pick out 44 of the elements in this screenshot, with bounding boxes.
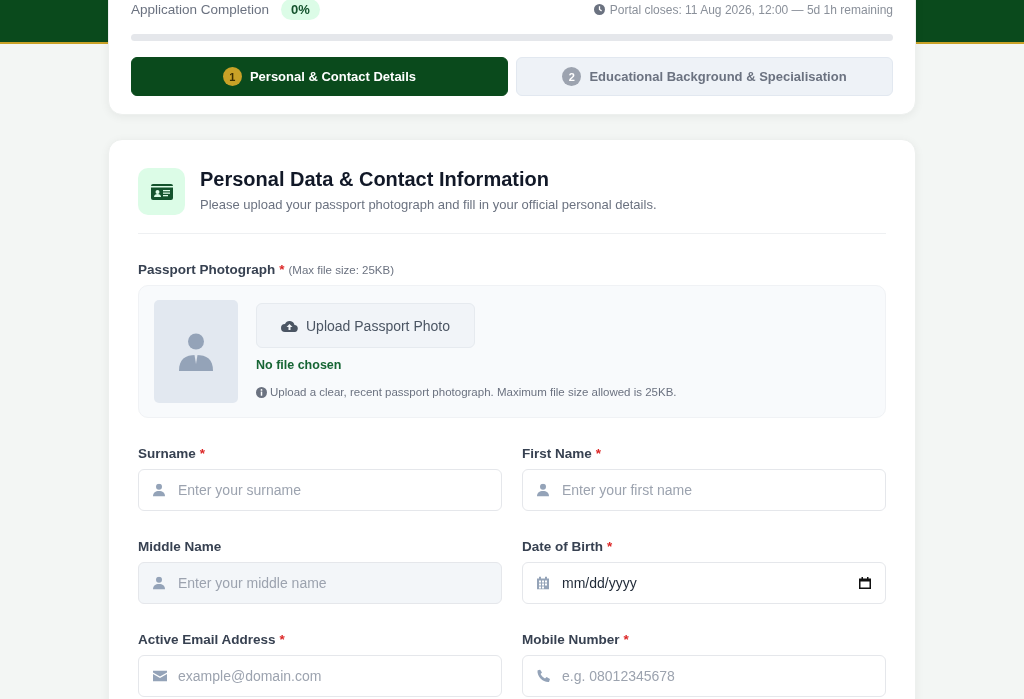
field-label: Date of Birth	[522, 539, 603, 554]
input-field[interactable]: Enter your middle name	[138, 562, 502, 604]
person-icon	[537, 483, 549, 497]
avatar-icon	[179, 332, 213, 371]
input-field[interactable]: example@domain.com	[138, 655, 502, 697]
upload-hint: Upload a clear, recent passport photograph. Maximum file size allowed is 25KB.	[270, 386, 677, 398]
calendar-icon	[537, 576, 549, 590]
calendar-icon[interactable]	[859, 577, 871, 589]
field-label: Mobile Number	[522, 632, 620, 647]
cloud-upload-icon	[281, 319, 298, 332]
id-card-icon	[138, 168, 185, 215]
field-label: Active Email Address	[138, 632, 276, 647]
input-field[interactable]: Enter your surname	[138, 469, 502, 511]
step-number: 2	[562, 67, 582, 86]
step-number: 1	[222, 67, 242, 86]
field-label: First Name	[522, 446, 592, 461]
size-note: (Max file size: 25KB)	[288, 264, 394, 276]
mail-icon	[153, 670, 167, 682]
required-mark: *	[595, 446, 602, 461]
section-subtitle: Please upload your passport photograph and fill in your official personal details.	[200, 197, 657, 212]
field-label: Passport Photograph	[138, 262, 276, 277]
input-field[interactable]: Enter your first name	[522, 469, 886, 511]
completion-label: Application Completion	[131, 2, 270, 17]
required-mark: *	[279, 262, 285, 277]
field-label: Surname	[138, 446, 196, 461]
completion-percent: 0%	[281, 0, 320, 20]
deadline-label: Portal closes: 11 Aug 2026, 12:00 — 5d 1h remaining	[609, 2, 893, 17]
upload-button[interactable]: Upload Passport Photo	[256, 303, 475, 348]
section-title: Personal Data & Contact Information	[200, 168, 550, 191]
required-mark: *	[279, 632, 285, 647]
person-icon	[153, 483, 165, 497]
field-label: Middle Name	[138, 539, 222, 554]
required-mark: *	[607, 539, 613, 554]
file-status: No file chosen	[256, 358, 342, 372]
required-mark: *	[199, 446, 206, 461]
input-field[interactable]: e.g. 08012345678	[522, 655, 886, 697]
step-tab[interactable]: 1 Personal & Contact Details	[131, 57, 508, 96]
date-field[interactable]: mm/dd/yyyy	[522, 562, 886, 604]
info-icon	[256, 386, 267, 398]
phone-icon	[537, 669, 550, 683]
required-mark: *	[623, 632, 629, 647]
person-icon	[153, 576, 165, 590]
clock-icon	[593, 4, 605, 15]
step-tab[interactable]: 2 Educational Background & Specialisation	[516, 57, 893, 96]
